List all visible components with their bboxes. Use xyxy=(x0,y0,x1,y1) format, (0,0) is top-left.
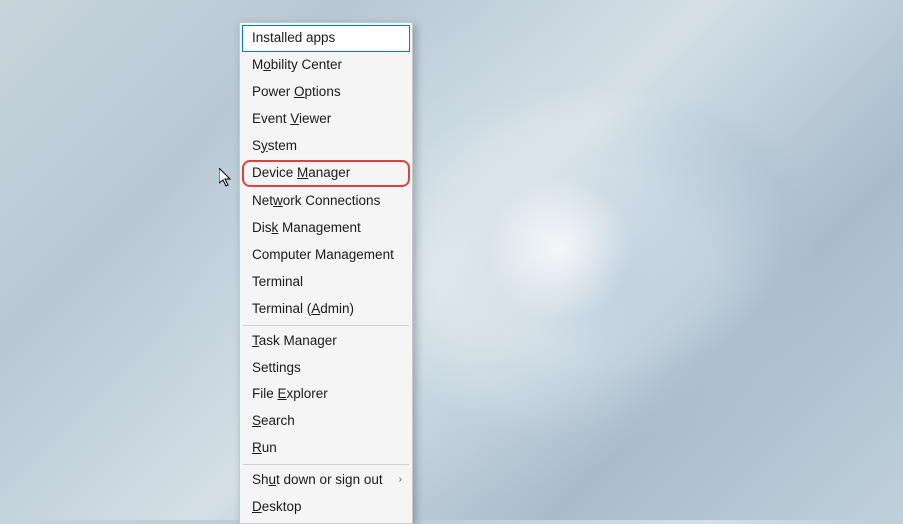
menu-item-settings[interactable]: Settings xyxy=(242,355,410,382)
menu-item-computer-management[interactable]: Computer Management xyxy=(242,242,410,269)
menu-item-mobility-center[interactable]: Mobility Center xyxy=(242,52,410,79)
menu-item-terminal[interactable]: Terminal xyxy=(242,269,410,296)
menu-item-system[interactable]: System xyxy=(242,133,410,160)
menu-item-terminal-admin[interactable]: Terminal (Admin) xyxy=(242,296,410,323)
menu-item-device-manager[interactable]: Device Manager xyxy=(242,160,410,187)
menu-item-disk-management[interactable]: Disk Management xyxy=(242,215,410,242)
menu-item-event-viewer[interactable]: Event Viewer xyxy=(242,106,410,133)
chevron-right-icon: › xyxy=(399,474,402,487)
menu-item-run[interactable]: Run xyxy=(242,435,410,462)
menu-item-file-explorer[interactable]: File Explorer xyxy=(242,381,410,408)
menu-item-search[interactable]: Search xyxy=(242,408,410,435)
menu-item-installed-apps[interactable]: Installed apps xyxy=(242,25,410,52)
menu-separator xyxy=(243,325,409,326)
menu-separator xyxy=(243,464,409,465)
desktop-wallpaper xyxy=(0,0,903,520)
menu-item-task-manager[interactable]: Task Manager xyxy=(242,328,410,355)
menu-item-shut-down-or-sign-out[interactable]: Shut down or sign out› xyxy=(242,467,410,494)
menu-item-network-connections[interactable]: Network Connections xyxy=(242,188,410,215)
menu-item-power-options[interactable]: Power Options xyxy=(242,79,410,106)
winx-context-menu: Installed appsMobility CenterPower Optio… xyxy=(239,22,413,524)
menu-item-desktop[interactable]: Desktop xyxy=(242,494,410,521)
